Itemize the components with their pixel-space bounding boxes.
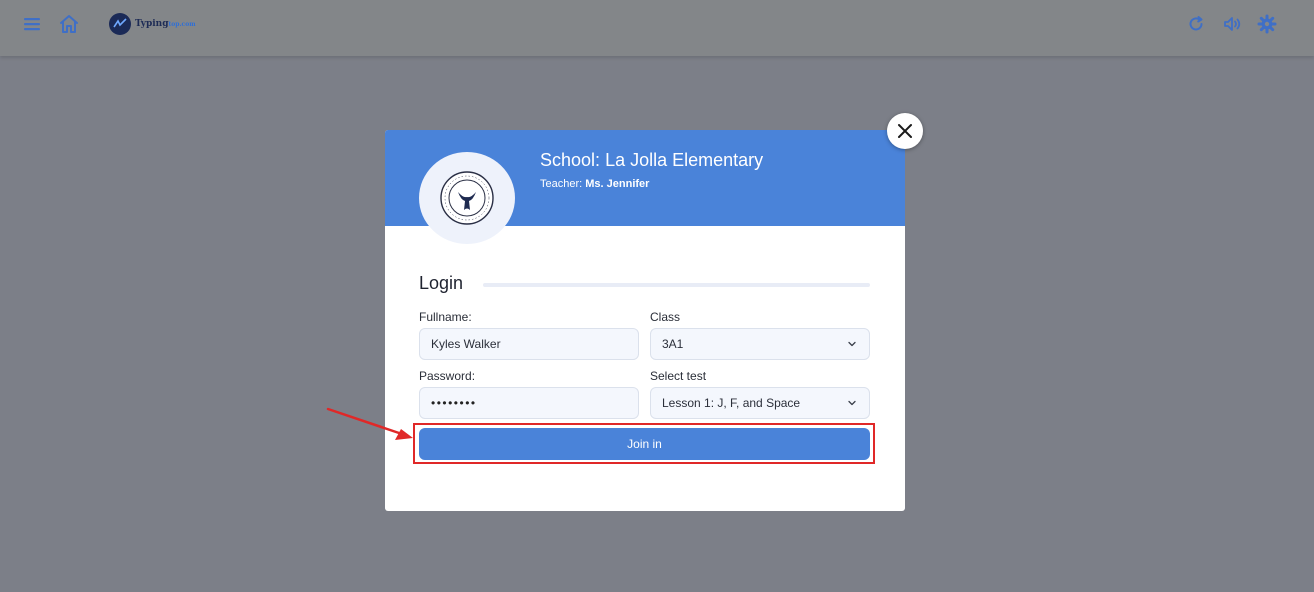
gear-icon — [1257, 14, 1277, 34]
join-button-highlight — [413, 423, 875, 464]
close-icon — [898, 124, 912, 138]
menu-button[interactable] — [16, 8, 48, 40]
home-icon — [60, 15, 78, 33]
test-select[interactable]: Lesson 1: J, F, and Space — [650, 387, 870, 419]
logo-text: Typingtop.com — [135, 19, 196, 29]
fullname-input[interactable]: Kyles Walker — [419, 328, 639, 360]
refresh-icon — [1189, 16, 1203, 31]
school-title: School: La Jolla Elementary — [540, 150, 764, 170]
volume-button[interactable] — [1216, 8, 1248, 40]
home-button[interactable] — [53, 8, 85, 40]
fullname-label: Fullname: — [419, 310, 472, 324]
chevron-down-icon — [848, 341, 856, 347]
teacher-line: Teacher: Ms. Jennifer — [540, 178, 650, 190]
refresh-button[interactable] — [1180, 8, 1212, 40]
class-select[interactable]: 3A1 — [650, 328, 870, 360]
password-input[interactable]: •••••••• — [419, 387, 639, 419]
password-label: Password: — [419, 369, 476, 383]
section-divider — [483, 283, 870, 287]
typingtop-logo[interactable]: Typingtop.com — [109, 12, 196, 36]
volume-icon — [1224, 17, 1241, 31]
test-label: Select test — [650, 369, 707, 383]
class-label: Class — [650, 310, 681, 324]
school-seal-icon — [440, 171, 494, 225]
settings-button[interactable] — [1251, 8, 1283, 40]
class-value: 3A1 — [662, 337, 684, 351]
logo-mark-icon — [109, 13, 131, 35]
test-value: Lesson 1: J, F, and Space — [662, 396, 801, 410]
fullname-value: Kyles Walker — [431, 337, 501, 351]
close-button[interactable] — [887, 113, 923, 149]
top-bar: Typingtop.com — [0, 0, 1314, 56]
password-value: •••••••• — [431, 396, 477, 410]
login-section-title: Login — [419, 273, 464, 293]
school-avatar — [419, 152, 515, 244]
chevron-down-icon — [848, 400, 856, 406]
menu-icon — [24, 18, 40, 31]
pointer-arrow-icon — [326, 407, 413, 440]
